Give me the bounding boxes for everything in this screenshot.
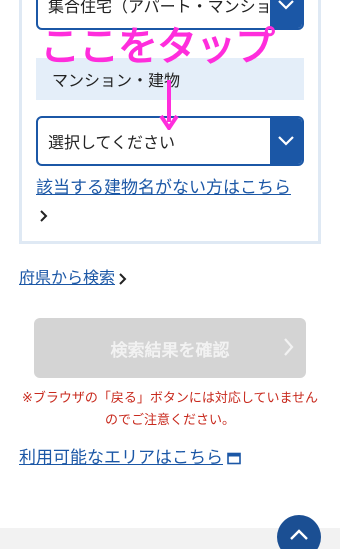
chevron-down-icon [270, 118, 302, 164]
confirm-results-button[interactable]: 検索結果を確認 [34, 318, 306, 378]
chevron-right-icon [40, 210, 48, 222]
chevron-right-icon [119, 272, 127, 285]
available-area-link[interactable]: 利用可能なエリアはこちら [19, 444, 241, 472]
browser-back-notice: ※ブラウザの「戻る」ボタンには対応していませんのでご注意ください。 [21, 391, 319, 428]
arrow-up-icon [290, 529, 308, 540]
chevron-down-icon [270, 0, 302, 28]
page-top-button[interactable] [277, 515, 321, 549]
available-area-link-label: 利用可能なエリアはこちら [19, 448, 223, 468]
tap-here-annotation: ここをタップ [40, 24, 275, 70]
external-window-icon [227, 452, 241, 464]
confirm-results-button-label: 検索結果を確認 [110, 340, 230, 361]
prefecture-search-link-label: 府県から検索 [19, 268, 116, 287]
building-missing-link-label: 該当する建物名がない方はこちら [36, 178, 291, 198]
down-arrow-icon [159, 80, 179, 130]
prefecture-search-link[interactable]: 府県から検索 [19, 264, 127, 292]
chevron-right-icon [284, 338, 294, 356]
building-missing-link[interactable]: 該当する建物名がない方はこちら [36, 174, 298, 230]
